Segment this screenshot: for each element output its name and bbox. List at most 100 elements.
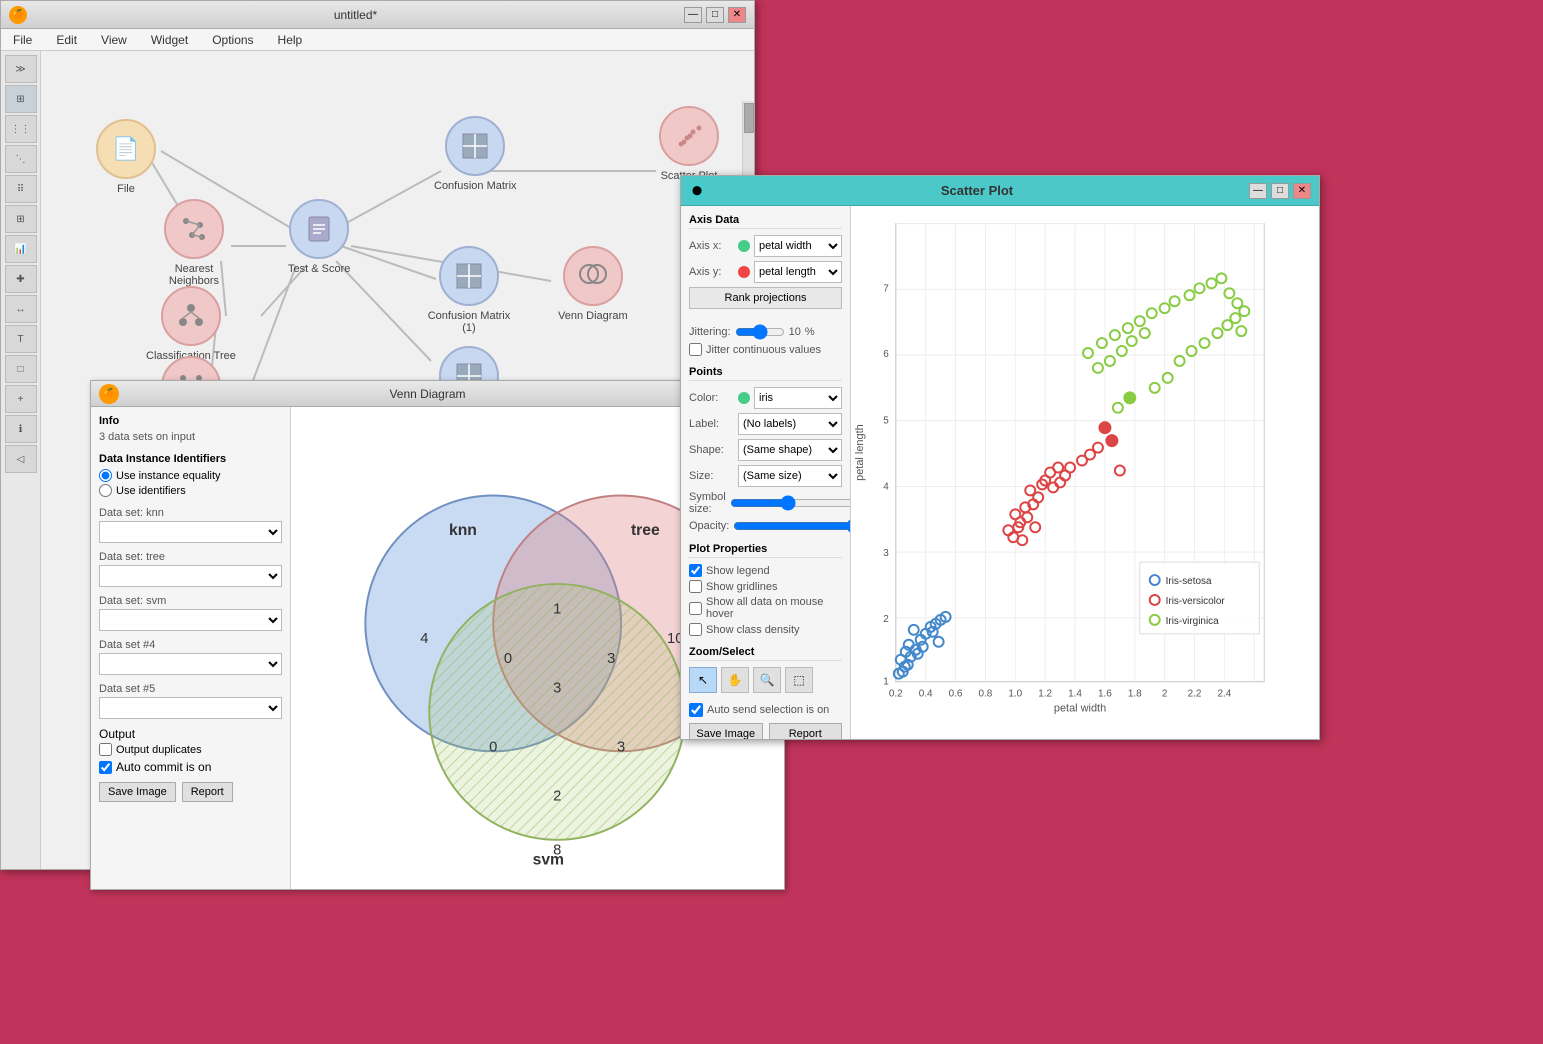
node-classification-tree[interactable]: Classification Tree [146,286,236,362]
shape-select[interactable]: (Same shape) [738,439,842,461]
symbol-size-row: Symbol size: 14 [689,491,842,515]
zoom-hand-btn[interactable]: ✋ [721,667,749,693]
show-legend-input[interactable] [689,564,702,577]
scatter-save-image-btn[interactable]: Save Image [689,723,763,739]
venn-dataset-5-label: Data set #5 [99,683,282,695]
venn-dataset-4-label: Data set #4 [99,639,282,651]
axis-x-select[interactable]: petal width [754,235,842,257]
venn-auto-commit-row: Auto commit is on [99,760,282,774]
auto-send-checkbox[interactable] [689,703,703,717]
venn-dataset-5-select[interactable] [99,697,282,719]
toolbar-btn-dots2[interactable]: ⋮⋮ [5,115,37,143]
show-all-data-input[interactable] [689,602,702,615]
scatter-minimize-btn[interactable]: — [1249,183,1267,199]
scatter-maximize-btn[interactable]: □ [1271,183,1289,199]
venn-dataset-knn-select[interactable] [99,521,282,543]
show-class-density-row[interactable]: Show class density [689,623,842,636]
show-gridlines-row[interactable]: Show gridlines [689,580,842,593]
close-button[interactable]: ✕ [728,7,746,23]
node-scatter-plot[interactable]: Scatter Plot [659,106,719,182]
node-nn-label: Nearest Neighbors [149,263,239,287]
jitter-continuous-row[interactable]: Jitter continuous values [689,343,842,356]
venn-radio-identifiers-input[interactable] [99,484,112,497]
opacity-slider[interactable] [733,519,851,533]
menu-view[interactable]: View [97,31,131,49]
zoom-cursor-btn[interactable]: ↖ [689,667,717,693]
menu-edit[interactable]: Edit [52,31,81,49]
show-legend-row[interactable]: Show legend [689,564,842,577]
legend-virginica: Iris-virginica [1166,616,1219,627]
venn-output-duplicates[interactable]: Output duplicates [99,743,282,756]
toolbar-btn-box[interactable]: □ [5,355,37,383]
venn-save-image-btn[interactable]: Save Image [99,782,176,802]
show-gridlines-input[interactable] [689,580,702,593]
node-file[interactable]: 📄 File [96,119,156,195]
points-section: Points Color: iris Label: (No labels) Sh… [689,366,842,533]
show-all-data-row[interactable]: Show all data on mouse hover [689,596,842,620]
scatter-report-btn[interactable]: Report [769,723,843,739]
venn-info-title: Info [99,415,282,427]
venn-dataset-svm: Data set: svm [99,595,282,631]
jitter-continuous-input[interactable] [689,343,702,356]
toolbar-btn-sidebar[interactable]: ◁ [5,445,37,473]
scrollbar-thumb[interactable] [744,103,754,133]
venn-sidebar: Info 3 data sets on input Data Instance … [91,407,291,889]
zoom-select-section: Zoom/Select ↖ ✋ 🔍 ⬚ [689,646,842,693]
color-select[interactable]: iris [754,387,842,409]
toolbar-btn-text[interactable]: T [5,325,37,353]
size-select[interactable]: (Same size) [738,465,842,487]
toolbar-btn-1[interactable]: ≫ [5,55,37,83]
toolbar-btn-hash[interactable]: ⊞ [5,205,37,233]
venn-radio-instance-input[interactable] [99,469,112,482]
zoom-select-title: Zoom/Select [689,646,842,661]
plot-properties-section: Plot Properties Show legend Show gridlin… [689,543,842,636]
node-confusion-matrix[interactable]: Confusion Matrix [434,116,517,192]
node-venn-diagram[interactable]: Venn Diagram [558,246,628,322]
label-row: Label: (No labels) [689,413,842,435]
svg-text:0.2: 0.2 [889,689,903,700]
toolbar-btn-arrows[interactable]: ↔ [5,295,37,323]
toolbar-btn-chart[interactable]: 📊 [5,235,37,263]
venn-dataset-4: Data set #4 [99,639,282,675]
scatter-content: Axis Data Axis x: petal width Axis y: pe… [681,206,1319,739]
toolbar-btn-info[interactable]: ℹ [5,415,37,443]
rank-projections-btn[interactable]: Rank projections [689,287,842,309]
node-vd-label: Venn Diagram [558,310,628,322]
jitter-slider[interactable] [735,325,785,339]
toolbar-btn-dots4[interactable]: ⠿ [5,175,37,203]
toolbar-btn-dots3[interactable]: ⋱ [5,145,37,173]
venn-radio-identifiers[interactable]: Use identifiers [99,484,282,497]
toolbar-btn-plus[interactable]: ✚ [5,265,37,293]
minimize-button[interactable]: — [684,7,702,23]
menu-help[interactable]: Help [274,31,307,49]
venn-auto-commit-checkbox[interactable] [99,761,112,774]
color-dot [738,392,750,404]
left-toolbar: ≫ ⊞ ⋮⋮ ⋱ ⠿ ⊞ 📊 ✚ ↔ T □ + ℹ ◁ [1,51,41,869]
axis-y-select[interactable]: petal length [754,261,842,283]
maximize-button[interactable]: □ [706,7,724,23]
symbol-size-slider[interactable] [730,496,851,510]
show-class-density-input[interactable] [689,623,702,636]
label-select[interactable]: (No labels) [738,413,842,435]
venn-dataset-svm-select[interactable] [99,609,282,631]
venn-output-duplicates-input[interactable] [99,743,112,756]
opacity-row: Opacity: 255 [689,519,842,533]
node-cm1-label: Confusion Matrix (1) [424,310,514,334]
venn-dataset-4-select[interactable] [99,653,282,675]
venn-num-1: 1 [553,602,561,618]
toolbar-btn-plus2[interactable]: + [5,385,37,413]
node-nearest-neighbors[interactable]: Nearest Neighbors [149,199,239,287]
zoom-magnify-btn[interactable]: 🔍 [753,667,781,693]
venn-dataset-tree-select[interactable] [99,565,282,587]
menu-widget[interactable]: Widget [147,31,192,49]
node-test-score[interactable]: Test & Score [288,199,350,275]
menu-file[interactable]: File [9,31,36,49]
venn-report-btn[interactable]: Report [182,782,233,802]
venn-radio-instance[interactable]: Use instance equality [99,469,282,482]
menu-options[interactable]: Options [208,31,257,49]
node-confusion-matrix-1[interactable]: Confusion Matrix (1) [424,246,514,334]
toolbar-btn-grid[interactable]: ⊞ [5,85,37,113]
zoom-rect-btn[interactable]: ⬚ [785,667,813,693]
scatter-close-btn[interactable]: ✕ [1293,183,1311,199]
venn-num-0b: 0 [489,739,497,755]
